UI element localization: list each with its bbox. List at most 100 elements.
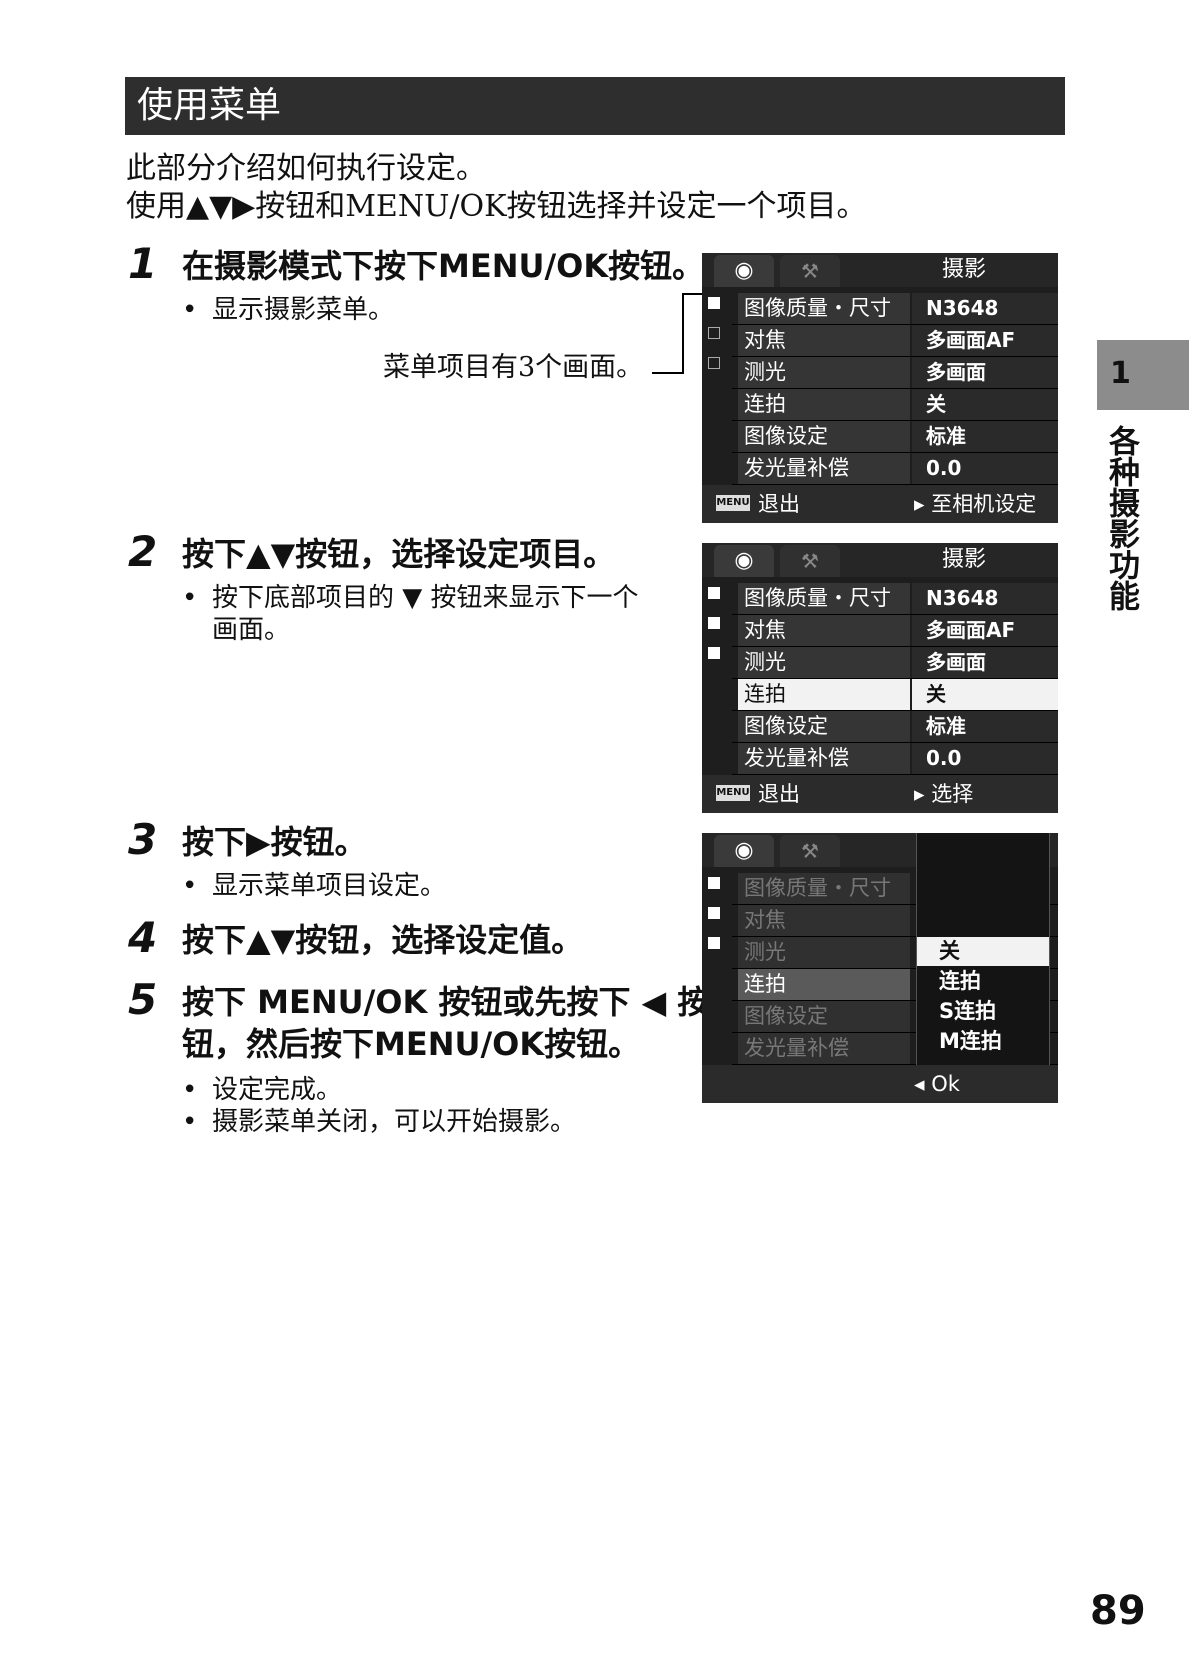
menu-row-value: 标准 bbox=[912, 421, 1058, 452]
screen-bottom-bar: MENU 退出 ▸ 选择 bbox=[702, 775, 1058, 813]
wrench-tab-icon: ⚒ bbox=[780, 255, 840, 287]
page-mark-icon bbox=[708, 907, 720, 919]
step-5-bullet-2: • 摄影菜单关闭，可以开始摄影。 bbox=[182, 1107, 577, 1137]
page-mark-icon bbox=[708, 647, 720, 659]
step-4-title: 按下▲▼按钮，选择设定值。 bbox=[182, 921, 584, 959]
step-5-number: 5 bbox=[128, 975, 158, 1024]
menu-button-icon: MENU bbox=[716, 495, 750, 511]
menu-row: 发光量补偿 0.0 bbox=[732, 453, 1058, 485]
menu-row-label: 对焦 bbox=[738, 615, 910, 646]
camera-tab-icon: ◉ bbox=[714, 835, 774, 867]
menu-row: 测光 多画面 bbox=[732, 357, 1058, 389]
popup-option: M连拍 bbox=[939, 1029, 1002, 1053]
callout-line-v bbox=[682, 293, 684, 374]
menu-row-label: 图像设定 bbox=[738, 1001, 910, 1032]
wrench-tab-icon: ⚒ bbox=[780, 835, 840, 867]
wrench-tab-icon: ⚒ bbox=[780, 545, 840, 577]
menu-row-value: 0.0 bbox=[912, 453, 1058, 484]
menu-row-value: 多画面 bbox=[912, 357, 1058, 388]
menu-row-label: 对焦 bbox=[738, 325, 910, 356]
step-3-bullet-1: • 显示菜单项目设定。 bbox=[182, 871, 447, 901]
step-2-number: 2 bbox=[128, 527, 158, 576]
page-mark-icon bbox=[708, 357, 720, 369]
step-3-title: 按下▶按钮。 bbox=[182, 823, 367, 861]
nav-hint: ▸ 至相机设定 bbox=[914, 492, 1037, 516]
menu-row: 图像设定 标准 bbox=[732, 421, 1058, 453]
camera-screen-2: ◉ ⚒ 摄影 图像质量・尺寸N3648 (10M) 对焦多画面AF 测光多画面 … bbox=[702, 543, 1058, 813]
menu-row-label: 图像设定 bbox=[738, 421, 910, 452]
menu-row: 对焦 多画面AF bbox=[732, 325, 1058, 357]
page-mark-icon bbox=[708, 877, 720, 889]
menu-row-value: 多画面AF bbox=[912, 325, 1058, 356]
menu-row-label: 图像质量・尺寸 bbox=[738, 293, 910, 324]
menu-row: 图像设定 标准 bbox=[732, 711, 1058, 743]
menu-row-value: 关 bbox=[912, 679, 1058, 710]
callout-line-h bbox=[652, 372, 682, 374]
camera-tab-icon: ◉ bbox=[714, 545, 774, 577]
page-mark-icon bbox=[708, 937, 720, 949]
menu-row-label: 图像质量・尺寸 bbox=[738, 873, 910, 904]
menu-row-value: N3648 (10M) bbox=[912, 293, 1058, 351]
camera-screen-3: ◉ ⚒ 图像质量・尺寸 对焦 测光 连拍 图像设定 发光量补偿 关 连拍 S连拍… bbox=[702, 833, 1058, 1103]
step-2-bullet-1: • 按下底部项目的 ▼ 按钮来显示下一个 bbox=[182, 583, 639, 613]
page-indicator bbox=[708, 297, 722, 387]
step-2-title: 按下▲▼按钮，选择设定项目。 bbox=[182, 535, 616, 573]
menu-row-label: 测光 bbox=[738, 357, 910, 388]
callout-line-top bbox=[682, 293, 704, 295]
menu-row: 连拍关 bbox=[732, 389, 1058, 421]
menu-list: 图像质量・尺寸N3648 (10M) 对焦多画面AF 测光多画面 连拍关 图像设… bbox=[732, 583, 1058, 775]
menu-row-value: 多画面 bbox=[912, 647, 1058, 678]
menu-row-value: 关 bbox=[912, 389, 1058, 420]
menu-row-value: 标准 bbox=[912, 711, 1058, 742]
page-number: 89 bbox=[1090, 1588, 1146, 1634]
step-1-title: 在摄影模式下按下MENU/OK按钮。 bbox=[182, 247, 705, 285]
step-3-number: 3 bbox=[128, 815, 158, 864]
screen-bottom-bar: ◂ Ok bbox=[702, 1065, 1058, 1103]
chapter-title: 各种摄影功能 bbox=[1103, 425, 1139, 611]
intro-line-1: 此部分介绍如何执行设定。 bbox=[126, 151, 486, 186]
menu-row-value: 0.0 bbox=[912, 743, 1058, 774]
exit-label: 退出 bbox=[758, 782, 800, 806]
step-5-bullet-1: • 设定完成。 bbox=[182, 1075, 343, 1105]
exit-label: 退出 bbox=[758, 492, 800, 516]
menu-row-value: N3648 (10M) bbox=[912, 583, 1058, 641]
menu-row: 图像质量・尺寸N3648 (10M) bbox=[732, 293, 1058, 351]
menu-row-selected: 连拍关 bbox=[732, 679, 1058, 711]
screen-bottom-bar: MENU 退出 ▸ 至相机设定 bbox=[702, 485, 1058, 523]
step-5-title-line-2: 钮，然后按下MENU/OK按钮。 bbox=[182, 1025, 641, 1063]
popup-option: 连拍 bbox=[939, 969, 981, 993]
step-1-number: 1 bbox=[128, 239, 158, 288]
screen-tab-bar: ◉ ⚒ 摄影 bbox=[702, 543, 1058, 577]
page-mark-icon bbox=[708, 587, 720, 599]
menu-row-label: 发光量补偿 bbox=[738, 743, 910, 774]
menu-row-label: 发光量补偿 bbox=[738, 453, 910, 484]
popup-option: S连拍 bbox=[939, 999, 997, 1023]
step-4-number: 4 bbox=[128, 913, 158, 962]
screen-tab-bar: ◉ ⚒ 摄影 bbox=[702, 253, 1058, 287]
menu-row: 图像质量・尺寸N3648 (10M) bbox=[732, 583, 1058, 641]
menu-row-label: 测光 bbox=[738, 647, 910, 678]
menu-row-label: 测光 bbox=[738, 937, 910, 968]
menu-row-label: 图像质量・尺寸 bbox=[738, 583, 910, 614]
nav-hint: ▸ 选择 bbox=[914, 782, 974, 806]
step-5-title-line-1: 按下 MENU/OK 按钮或先按下 ◀ 按 bbox=[182, 983, 710, 1021]
page-mark-icon bbox=[708, 327, 720, 339]
popup-option-selected: 关 bbox=[917, 937, 1049, 966]
menu-row: 发光量补偿 0.0 bbox=[732, 743, 1058, 775]
menu-row-label: 发光量补偿 bbox=[738, 1033, 910, 1064]
step-2-bullet-1-cont: 画面。 bbox=[212, 615, 291, 645]
nav-hint: ◂ Ok bbox=[914, 1072, 960, 1096]
menu-row-value: 多画面AF bbox=[912, 615, 1058, 646]
menu-row: 测光 多画面 bbox=[732, 647, 1058, 679]
option-popup: 关 连拍 S连拍 M连拍 bbox=[916, 833, 1050, 1065]
menu-list: 图像质量・尺寸N3648 (10M) 对焦多画面AF 测光多画面 连拍关 图像设… bbox=[732, 293, 1058, 485]
menu-row-label: 连拍 bbox=[738, 679, 910, 710]
section-title: 使用菜单 bbox=[137, 85, 282, 126]
callout-text: 菜单项目有3个画面。 bbox=[383, 352, 644, 383]
menu-row: 对焦 多画面AF bbox=[732, 615, 1058, 647]
camera-tab-icon: ◉ bbox=[714, 255, 774, 287]
menu-button-icon: MENU bbox=[716, 785, 750, 801]
camera-screen-1: ◉ ⚒ 摄影 图像质量・尺寸N3648 (10M) 对焦多画面AF 测光多画面 … bbox=[702, 253, 1058, 523]
menu-row-label: 图像设定 bbox=[738, 711, 910, 742]
page-indicator bbox=[708, 587, 722, 677]
